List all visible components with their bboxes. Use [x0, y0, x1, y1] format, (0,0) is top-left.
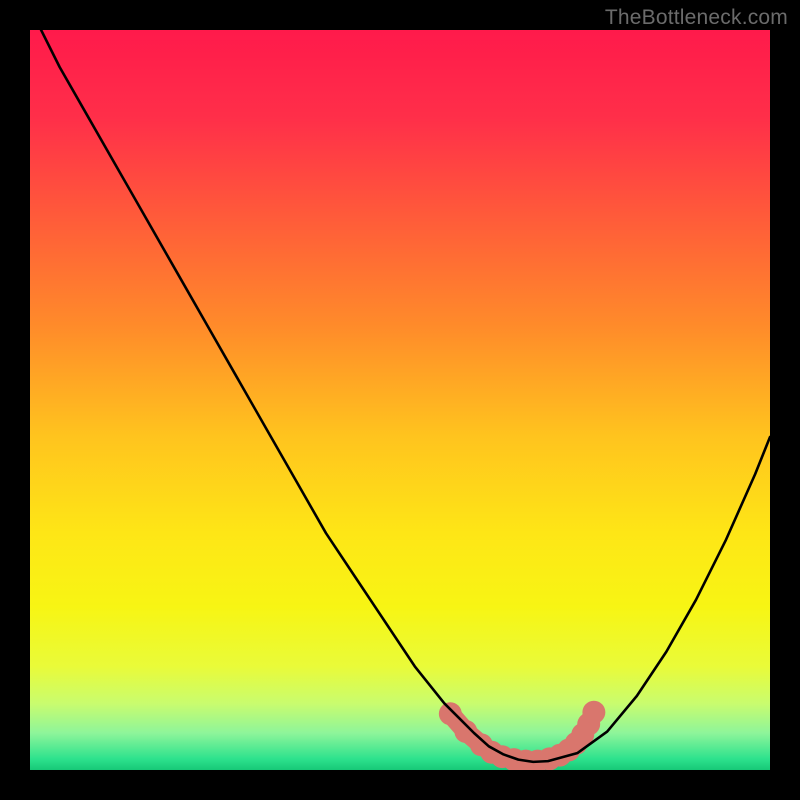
watermark-label: TheBottleneck.com [605, 6, 788, 30]
sweet-spot-point [439, 702, 462, 725]
frame: TheBottleneck.com [0, 0, 800, 800]
sweet-spot-point [582, 701, 605, 724]
bottleneck-chart [30, 30, 770, 770]
plot-area [30, 30, 770, 770]
